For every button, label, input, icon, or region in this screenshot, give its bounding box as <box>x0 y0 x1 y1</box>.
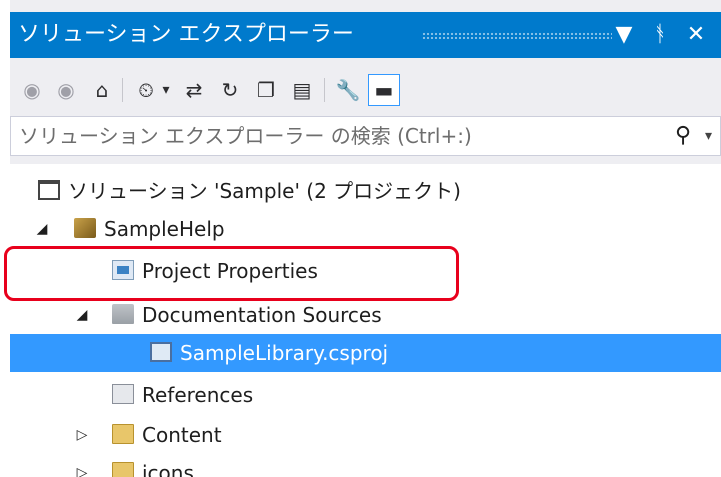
left-margin <box>0 0 10 477</box>
folder-icon <box>112 462 134 477</box>
back-icon[interactable]: ◉ <box>16 74 48 106</box>
solution-explorer-panel: ソリューション エクスプローラー ▼ ᚬ ✕ ◉ ◉ ⌂ ⏲ ▾ ⇄ ↻ ❐ ▤… <box>0 0 721 477</box>
solution-tree: ソリューション 'Sample' (2 プロジェクト) ◢ SampleHelp… <box>10 164 721 477</box>
tree-item-documentation-sources[interactable]: ◢ Documentation Sources <box>10 296 721 334</box>
collapse-arrow-icon[interactable]: ▷ <box>74 454 90 477</box>
drag-grip[interactable] <box>422 32 612 39</box>
tree-item-content[interactable]: ▷ Content <box>10 416 721 454</box>
collapse-all-icon[interactable]: ❐ <box>250 74 282 106</box>
tree-item-samplehelp[interactable]: ◢ SampleHelp <box>10 210 721 248</box>
tree-item-samplelibrary-csproj[interactable]: SampleLibrary.csproj <box>10 334 721 372</box>
red-highlight-box <box>4 246 459 301</box>
references-icon <box>112 384 134 404</box>
search-box[interactable]: ⚲ ▾ <box>10 116 721 156</box>
tree-item-icons[interactable]: ▷ icons <box>10 454 721 477</box>
properties-icon[interactable]: 🔧 <box>332 74 364 106</box>
title-bar[interactable]: ソリューション エクスプローラー ▼ ᚬ ✕ <box>10 12 721 58</box>
search-icon[interactable]: ⚲ <box>675 121 691 151</box>
collapse-arrow-icon[interactable]: ▷ <box>74 416 90 454</box>
dropdown-arrow-icon[interactable]: ▼ <box>610 20 638 50</box>
chevron-down-icon[interactable]: ▾ <box>705 123 712 149</box>
toolbar-separator <box>122 78 123 102</box>
tree-item-label: Documentation Sources <box>142 303 382 327</box>
tree-item-label: ソリューション 'Sample' (2 プロジェクト) <box>68 179 461 203</box>
search-input[interactable] <box>11 117 659 155</box>
tree-item-label: icons <box>142 461 194 477</box>
tree-item-references[interactable]: References <box>10 376 721 414</box>
tree-item-label: Content <box>142 423 222 447</box>
sync-icon[interactable]: ⇄ <box>178 74 210 106</box>
folder-icon <box>112 424 134 444</box>
help-project-icon <box>74 218 96 238</box>
refresh-icon[interactable]: ↻ <box>214 74 246 106</box>
pin-icon[interactable]: ᚬ <box>646 20 674 50</box>
chevron-down-icon[interactable]: ▾ <box>156 74 176 106</box>
tree-item-label: SampleLibrary.csproj <box>180 341 389 365</box>
csproj-file-icon <box>150 342 172 362</box>
tree-item-label: References <box>142 383 254 407</box>
toolbar: ◉ ◉ ⌂ ⏲ ▾ ⇄ ↻ ❐ ▤ 🔧 ▬ <box>10 68 721 112</box>
tree-item-label: SampleHelp <box>104 217 225 241</box>
open-folder-icon <box>112 304 134 324</box>
preview-icon[interactable]: ▬ <box>368 74 400 106</box>
expand-arrow-icon[interactable]: ◢ <box>34 210 50 248</box>
expand-arrow-icon[interactable]: ◢ <box>74 296 90 334</box>
panel-title: ソリューション エクスプローラー <box>18 22 354 47</box>
tree-item-solution[interactable]: ソリューション 'Sample' (2 プロジェクト) <box>10 172 721 210</box>
forward-icon[interactable]: ◉ <box>50 74 82 106</box>
toolbar-separator <box>324 78 325 102</box>
home-icon[interactable]: ⌂ <box>86 74 118 106</box>
show-all-files-icon[interactable]: ▤ <box>286 74 318 106</box>
solution-icon <box>38 180 60 200</box>
close-icon[interactable]: ✕ <box>682 20 710 50</box>
